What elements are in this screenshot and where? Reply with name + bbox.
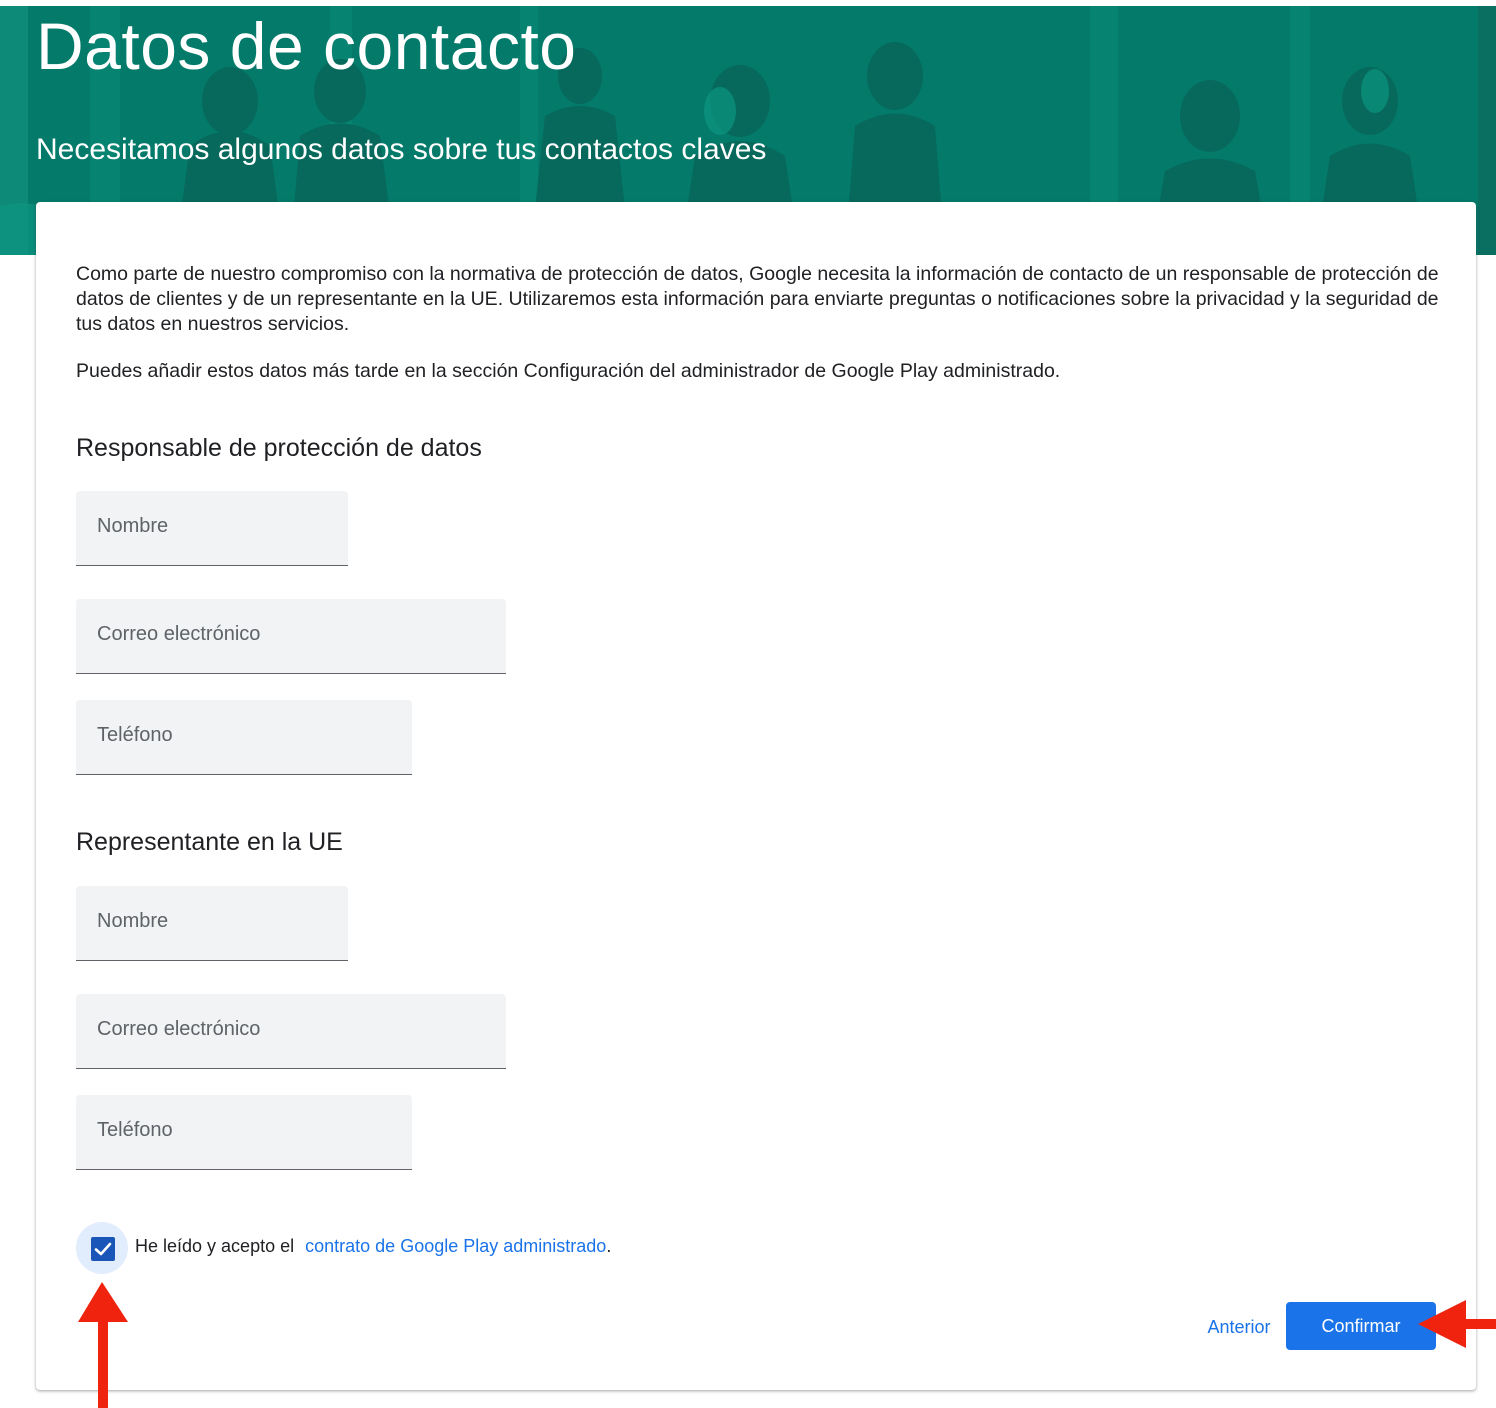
annotation-arrow-up-icon bbox=[78, 1282, 128, 1408]
banner-edge bbox=[1478, 6, 1496, 255]
agreement-text: He leído y acepto el bbox=[135, 1236, 295, 1256]
intro-paragraph: Como parte de nuestro compromiso con la … bbox=[76, 263, 1439, 335]
agreement-row: He leído y acepto el contrato de Google … bbox=[76, 1222, 776, 1274]
dpo-phone-field[interactable]: Teléfono bbox=[76, 700, 412, 775]
field-placeholder: Nombre bbox=[97, 910, 169, 932]
agreement-link[interactable]: contrato de Google Play administrado bbox=[305, 1236, 606, 1256]
confirm-button[interactable]: Confirmar bbox=[1286, 1302, 1436, 1350]
field-placeholder: Teléfono bbox=[97, 1119, 173, 1141]
eu-section-title: Representante en la UE bbox=[76, 828, 343, 856]
dpo-name-field[interactable]: Nombre bbox=[76, 491, 348, 566]
eu-phone-field[interactable]: Teléfono bbox=[76, 1095, 412, 1170]
agreement-checkbox[interactable] bbox=[91, 1237, 115, 1261]
intro-paragraph: Puedes añadir estos datos más tarde en l… bbox=[76, 360, 1061, 382]
field-placeholder: Correo electrónico bbox=[97, 623, 261, 645]
agreement-suffix: . bbox=[606, 1236, 612, 1256]
field-placeholder: Teléfono bbox=[97, 724, 173, 746]
contact-form-card: Como parte de nuestro compromiso con la … bbox=[36, 202, 1476, 1390]
page-title: Datos de contacto bbox=[36, 9, 577, 83]
intro-text: Como parte de nuestro compromiso con la … bbox=[76, 262, 1446, 384]
page-subtitle: Necesitamos algunos datos sobre tus cont… bbox=[36, 133, 767, 166]
agreement-label: He leído y acepto el contrato de Google … bbox=[135, 1236, 611, 1257]
annotation-arrow-left-icon bbox=[1418, 1300, 1496, 1348]
field-placeholder: Correo electrónico bbox=[97, 1018, 261, 1040]
eu-name-field[interactable]: Nombre bbox=[76, 886, 348, 961]
back-button[interactable]: Anterior bbox=[1201, 1307, 1277, 1347]
check-icon bbox=[94, 1242, 112, 1256]
dpo-email-field[interactable]: Correo electrónico bbox=[76, 599, 506, 674]
field-placeholder: Nombre bbox=[97, 515, 169, 537]
dpo-section-title: Responsable de protección de datos bbox=[76, 434, 482, 462]
eu-email-field[interactable]: Correo electrónico bbox=[76, 994, 506, 1069]
